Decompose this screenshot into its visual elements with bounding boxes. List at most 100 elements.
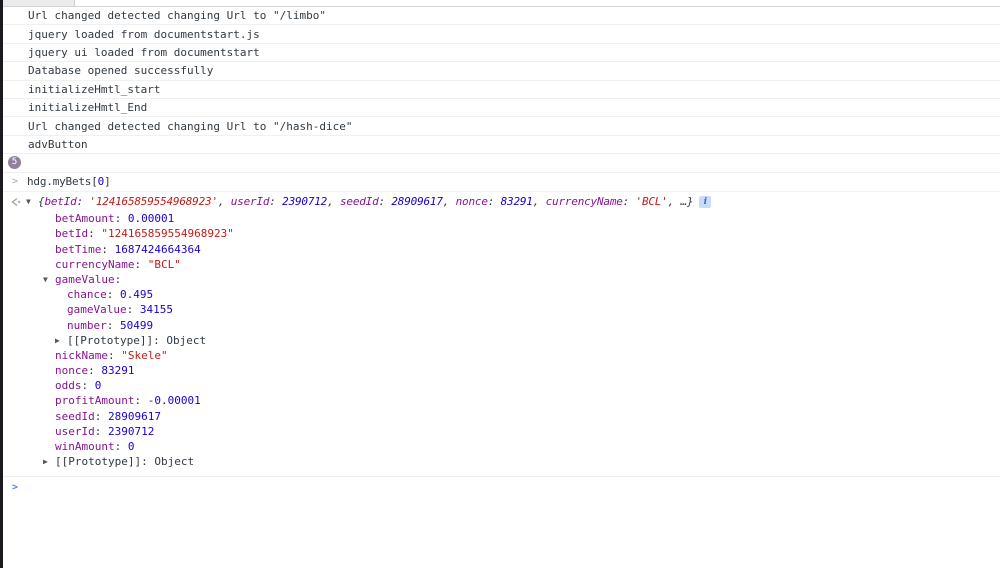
object-property-row: number: 50499 [0,317,1000,332]
property-separator: : [107,288,120,301]
property-value: 34155 [140,303,173,316]
expand-toggle-icon[interactable]: ▶ [55,336,67,345]
property-name: userId [55,425,95,438]
object-property-row: profitAmount: -0.00001 [0,393,1000,408]
property-name: [[Prototype]] [67,334,153,347]
property-value: "Skele" [121,349,167,362]
property-value: 0.00001 [128,212,174,225]
log-message: initializeHmtl_start [28,83,160,96]
console-command-row: > hdg.myBets[0] [0,173,1000,193]
window-left-edge [0,0,3,568]
console-log-row: advButton [0,136,1000,154]
token-number: 83291 [501,195,533,208]
console-log-row: Url changed detected changing Url to "/l… [0,7,1000,25]
console-input[interactable] [18,482,1000,498]
token-plain: hdg.myBets[ [27,175,98,188]
property-value: 2390712 [108,425,154,438]
token-plain: : [623,195,636,208]
token-number: 28909617 [391,195,442,208]
expand-toggle-icon[interactable]: ▶ [43,457,55,466]
property-value: 1687424664364 [115,243,201,256]
command-text: hdg.myBets[0] [27,175,111,188]
object-preview[interactable]: {betId: '124165859554968923', userId: 23… [38,195,693,208]
log-message: Database opened successfully [28,64,213,77]
object-property-row: betId: "124165859554968923" [0,226,1000,241]
token-plain: , [533,195,546,208]
token-plain: ] [104,175,110,188]
token-number: 2390712 [282,195,327,208]
expand-toggle-icon[interactable]: ▼ [43,275,55,284]
return-value-icon [9,197,26,207]
token-string: '124165859554968923' [89,195,217,208]
property-name: betTime [55,243,101,256]
property-separator: : [95,410,108,423]
property-value: -0.00001 [148,394,201,407]
console-log-row: initializeHmtl_start [0,81,1000,99]
property-value: 0.495 [120,288,153,301]
token-key: userId [231,195,270,208]
token-key: seedId [340,195,379,208]
object-property-row: betTime: 1687424664364 [0,241,1000,256]
property-separator: : [101,243,114,256]
console-log-row: jquery loaded from documentstart.js [0,25,1000,43]
object-property-row: ▼gameValue: [0,272,1000,287]
evaluated-info-icon[interactable]: i [699,196,711,208]
property-separator: : [108,349,121,362]
repeat-count-badge: 5 [8,156,21,169]
console-panel: Url changed detected changing Url to "/l… [0,7,1000,498]
object-property-row: nickName: "Skele" [0,348,1000,363]
property-value: 83291 [101,364,134,377]
token-plain: : [379,195,392,208]
property-separator: : [107,319,120,332]
object-property-row: chance: 0.495 [0,287,1000,302]
property-value: Object [166,334,206,347]
property-value: Object [154,455,194,468]
console-badge-row: 5 [0,154,1000,172]
token-key: betId [44,195,76,208]
property-name: nonce [55,364,88,377]
token-plain: , [218,195,231,208]
object-property-tree: betAmount: 0.00001betId: "12416585955496… [0,211,1000,469]
object-property-row: ▶[[Prototype]]: Object [0,454,1000,469]
property-separator: : [95,425,108,438]
console-prompt-row: > [0,477,1000,498]
property-separator: : [153,334,166,347]
property-value: 0 [95,379,102,392]
token-key: currencyName [546,195,623,208]
log-message: advButton [28,138,88,151]
property-value: 0 [128,440,135,453]
object-property-row: userId: 2390712 [0,424,1000,439]
property-separator: : [88,227,101,240]
console-log-row: jquery ui loaded from documentstart [0,44,1000,62]
log-message: jquery ui loaded from documentstart [28,46,260,59]
property-name: chance [67,288,107,301]
property-name: odds [55,379,82,392]
property-name: profitAmount [55,394,134,407]
property-name: betAmount [55,212,115,225]
token-plain: , [443,195,456,208]
property-value: "124165859554968923" [101,227,233,240]
object-property-row: winAmount: 0 [0,439,1000,454]
token-string: 'BCL' [636,195,668,208]
console-result-entry: ▼ {betId: '124165859554968923', userId: … [0,192,1000,477]
object-property-row: ▶[[Prototype]]: Object [0,333,1000,348]
object-property-row: nonce: 83291 [0,363,1000,378]
property-separator: : [127,303,140,316]
property-value: 50499 [120,319,153,332]
expand-toggle-icon[interactable]: ▼ [26,197,38,206]
log-message: Url changed detected changing Url to "/l… [28,9,326,22]
object-property-row: seedId: 28909617 [0,409,1000,424]
console-log-row: Database opened successfully [0,62,1000,80]
console-log-list: Url changed detected changing Url to "/l… [0,7,1000,154]
property-separator: : [115,212,128,225]
property-value: "BCL" [148,258,181,271]
property-name: [[Prototype]] [55,455,141,468]
object-property-row: gameValue: 34155 [0,302,1000,317]
property-name: gameValue [55,273,115,286]
token-plain: : [269,195,282,208]
property-name: winAmount [55,440,115,453]
log-message: jquery loaded from documentstart.js [28,28,260,41]
token-plain: , [327,195,340,208]
property-separator: : [88,364,101,377]
console-log-row: Url changed detected changing Url to "/h… [0,117,1000,135]
